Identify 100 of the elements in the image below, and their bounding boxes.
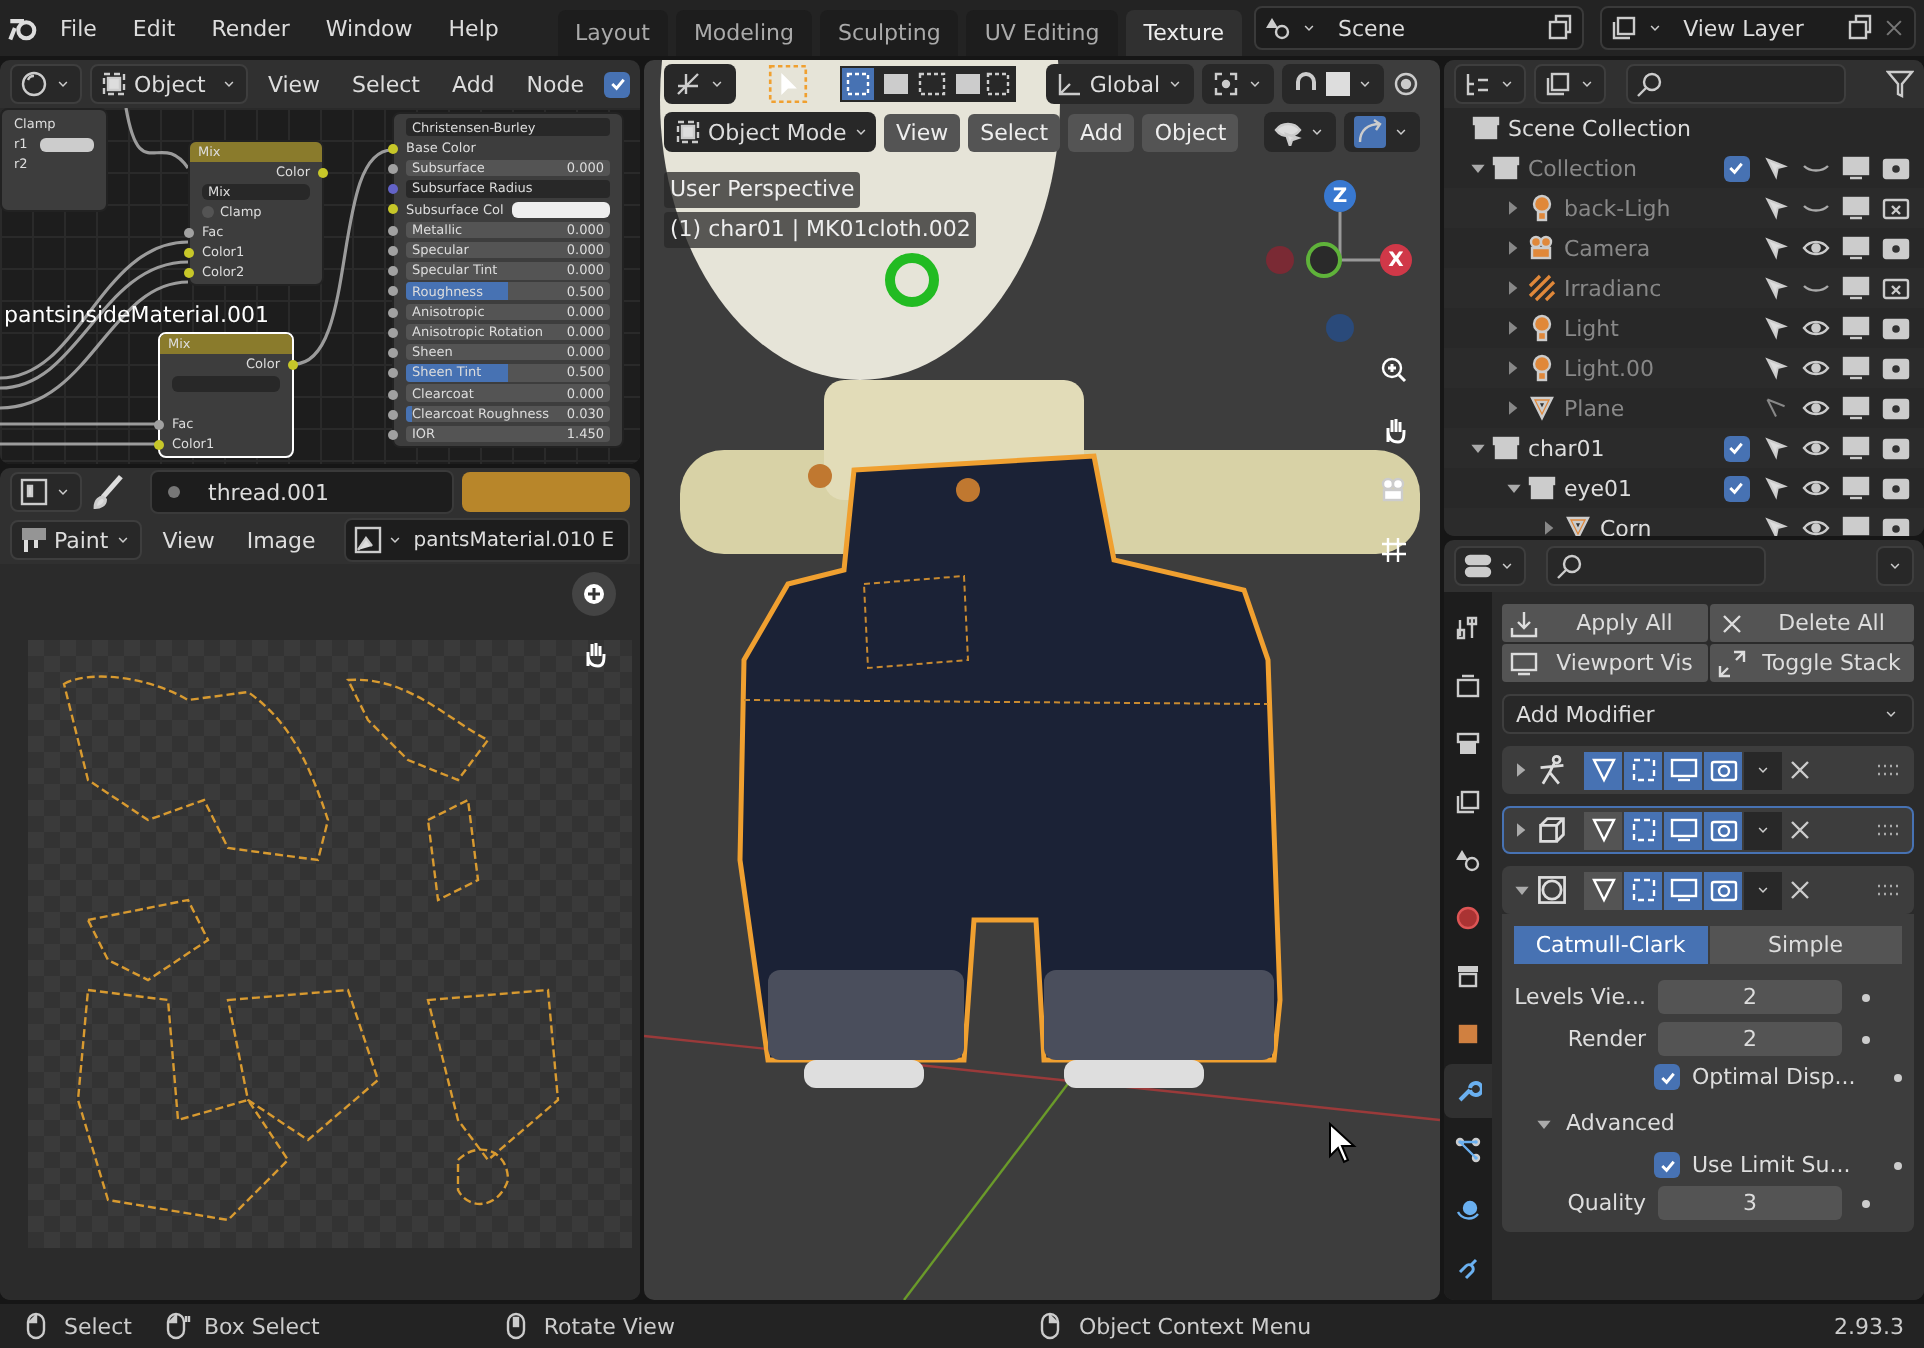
render-toggle[interactable] [1704,751,1742,789]
monitor-icon[interactable] [1842,514,1870,536]
cage-toggle[interactable] [1624,751,1662,789]
transform-gizmo-dropdown[interactable] [664,64,736,104]
select-arrow-icon[interactable] [1764,276,1788,300]
menu-item[interactable]: View [255,67,333,101]
monitor-icon[interactable] [1842,354,1870,382]
select-arrow-icon[interactable] [1764,516,1788,536]
checkbox[interactable] [1654,1152,1680,1178]
render-toggle[interactable] [1704,871,1742,909]
close-icon[interactable] [1882,16,1906,40]
brush-color-swatch[interactable] [462,472,630,512]
outliner-item[interactable]: Irradianc [1556,275,1716,301]
gizmo-dropdown[interactable] [1344,112,1420,152]
subdivision-type-button[interactable]: Catmull-Clark [1514,926,1707,964]
monitor-icon[interactable] [1842,474,1870,502]
exclude-checkbox[interactable] [1723,475,1749,501]
viewport-toggle[interactable] [1664,811,1702,849]
monitor-icon[interactable] [1842,394,1870,422]
menu-item[interactable]: Add [439,67,507,101]
action-button[interactable]: Delete All [1709,604,1914,642]
shader-node[interactable] [392,112,624,448]
menu-item[interactable]: Render [195,9,306,47]
workspace-tab[interactable]: Layout [557,10,668,56]
select-arrow-icon[interactable] [1764,476,1788,500]
search-field[interactable] [1546,546,1766,586]
search-field[interactable] [1626,64,1846,104]
scene-selector[interactable]: Scene [1254,6,1585,50]
editor-type-dropdown[interactable] [10,64,82,104]
add-modifier-dropdown[interactable]: Add Modifier [1502,694,1914,734]
color-swatch[interactable] [511,201,610,218]
close-icon[interactable] [1786,756,1814,784]
properties-tab[interactable] [1444,1064,1492,1118]
snap-dropdown[interactable] [1282,64,1384,104]
menu-item[interactable]: Image [234,523,328,557]
view-layer-selector[interactable]: View Layer [1599,6,1916,50]
edit-mode-toggle[interactable] [1584,811,1622,849]
outliner-item[interactable]: Scene Collection [1500,115,1916,141]
camera-icon[interactable] [1882,474,1910,502]
camera-icon[interactable] [1882,354,1910,382]
number-field[interactable]: 2 [1658,980,1842,1014]
axis-label[interactable]: Z [1324,180,1356,212]
close-icon[interactable] [1786,816,1814,844]
select-arrow-icon[interactable] [1764,236,1788,260]
cage-toggle[interactable] [1624,811,1662,849]
number-field[interactable]: 2 [1658,1022,1842,1056]
axis-label[interactable]: X [1380,244,1412,276]
monitor-icon[interactable] [1842,314,1870,342]
viewport-toggle[interactable] [1664,871,1702,909]
mode-dropdown[interactable]: Object Mode [664,112,876,152]
menu-item[interactable]: Edit [116,9,192,47]
camera-icon[interactable] [1882,234,1910,262]
render-toggle[interactable] [1704,811,1742,849]
select-arrow-icon[interactable] [1764,316,1788,340]
visibility-dropdown[interactable] [1264,112,1336,152]
outliner-item[interactable]: Light [1556,315,1716,341]
outliner-item[interactable]: back-Ligh [1556,195,1716,221]
outliner-item[interactable]: Light.00 [1556,355,1716,381]
camera-icon[interactable] [1882,434,1910,462]
modifier-header[interactable] [1502,746,1914,794]
orientation-dropdown[interactable]: Global [1045,64,1194,104]
monitor-icon[interactable] [1842,434,1870,462]
select-arrow-icon[interactable] [1764,356,1788,380]
number-field[interactable]: 3 [1658,1186,1842,1220]
navigation-gizmo[interactable] [1266,210,1382,342]
editor-type-dropdown[interactable] [1454,546,1526,586]
outliner-item[interactable]: char01 [1520,435,1716,461]
outliner-item[interactable]: Corn [1592,515,1716,536]
action-button[interactable]: Apply All [1502,604,1707,642]
outliner-item[interactable]: Plane [1556,395,1716,421]
select-arrow-icon[interactable] [1764,156,1788,180]
monitor-icon[interactable] [1842,194,1870,222]
menu-item[interactable]: Help [432,9,515,47]
menu-item[interactable]: Object [1142,113,1239,151]
edit-mode-toggle[interactable] [1584,871,1622,909]
action-button[interactable]: Toggle Stack [1709,644,1914,682]
workspace-tab[interactable]: UV Editing [966,10,1118,56]
display-mode-dropdown[interactable] [1454,64,1526,104]
menu-item[interactable]: Select [968,113,1061,151]
exclude-checkbox[interactable] [1723,155,1749,181]
modifier-header[interactable] [1502,866,1914,914]
camera-icon[interactable] [1882,394,1910,422]
brush-icon[interactable] [90,474,126,510]
brush-field[interactable]: thread.001 [150,470,454,514]
select-arrow-icon[interactable] [1764,436,1788,460]
menu-item[interactable]: Select [340,67,432,101]
menu-item[interactable]: Window [309,9,429,47]
image-selector[interactable]: pantsMaterial.010 E [343,518,631,562]
outliner-item[interactable]: Camera [1556,235,1716,261]
subdivision-type-button[interactable]: Simple [1709,926,1902,964]
filter-icon[interactable] [1886,70,1914,98]
zoom-button[interactable] [572,572,616,616]
workspace-tab[interactable]: Texture [1125,10,1243,56]
cage-toggle[interactable] [1624,871,1662,909]
select-arrow-icon[interactable] [1764,196,1788,220]
copy-icon[interactable] [1546,14,1575,42]
proportional-icon[interactable] [1392,70,1420,98]
menu-item[interactable]: Add [1068,113,1135,151]
color-swatch[interactable] [39,137,94,151]
workspace-tab[interactable]: Modeling [675,10,812,56]
